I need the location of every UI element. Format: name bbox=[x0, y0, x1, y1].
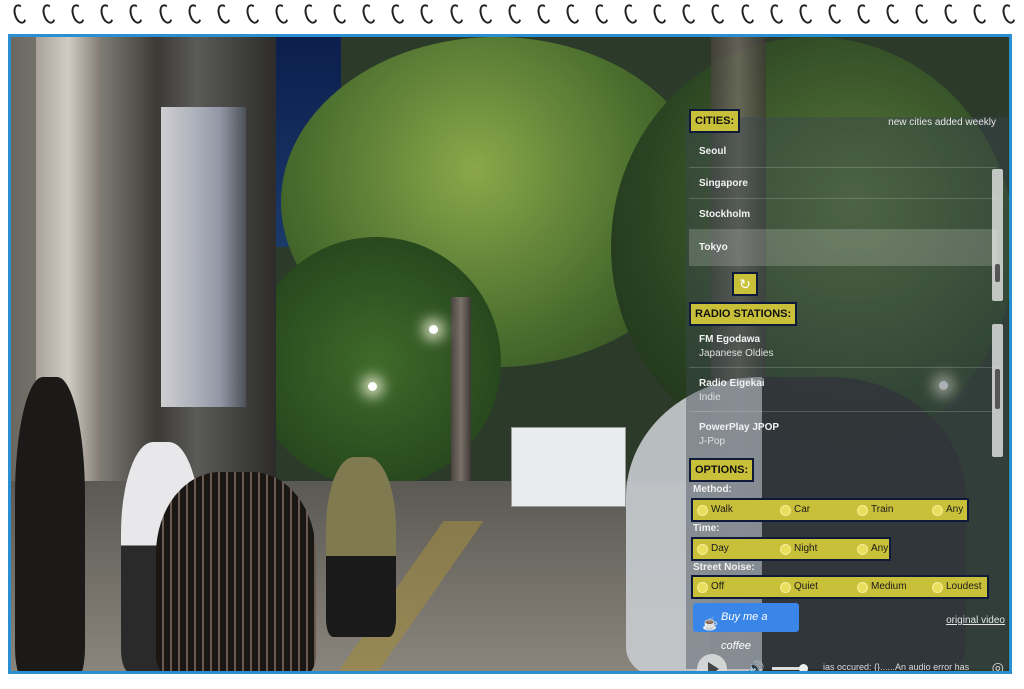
spiral-ring bbox=[651, 2, 669, 26]
cities-note: new cities added weekly bbox=[888, 117, 996, 128]
spiral-ring bbox=[418, 2, 437, 26]
time-label: Time: bbox=[693, 523, 720, 534]
method-option-any[interactable]: Any bbox=[931, 502, 963, 518]
city-label: Tokyo bbox=[699, 242, 728, 253]
volume-slider[interactable] bbox=[772, 664, 808, 671]
spiral-ring bbox=[826, 2, 844, 26]
radio-name: FM Egodawa bbox=[699, 334, 761, 345]
radio-genre: Japanese Oldies bbox=[699, 348, 774, 359]
spiral-ring bbox=[40, 2, 58, 26]
control-panel: CITIES: new cities added weekly Seoul Si… bbox=[686, 109, 1008, 672]
method-option-train[interactable]: Train bbox=[856, 502, 893, 518]
spiral-ring bbox=[535, 2, 553, 26]
original-video-link[interactable]: original video bbox=[946, 615, 1005, 626]
spiral-ring bbox=[331, 2, 349, 26]
refresh-icon[interactable]: ↻ bbox=[732, 272, 758, 296]
city-item-singapore[interactable]: Singapore bbox=[689, 168, 997, 199]
noise-option-quiet[interactable]: Quiet bbox=[779, 579, 818, 595]
spiral-ring bbox=[11, 2, 29, 26]
spiral-ring bbox=[505, 2, 524, 26]
volume-icon[interactable]: 🔊 bbox=[747, 660, 764, 671]
spiral-ring bbox=[98, 2, 117, 26]
radio-scrollbar[interactable] bbox=[992, 324, 1003, 457]
buy-me-a-coffee-button[interactable]: ☕ Buy me a coffee bbox=[693, 603, 799, 652]
method-option-car[interactable]: Car bbox=[779, 502, 810, 518]
radio-name: Radio Eigekai bbox=[699, 378, 765, 389]
radio-item[interactable]: FM Egodawa Japanese Oldies bbox=[689, 324, 997, 368]
spiral-ring bbox=[185, 2, 204, 26]
method-options: Walk Car Train Any bbox=[691, 498, 969, 522]
spiral-ring bbox=[156, 2, 175, 26]
time-option-day[interactable]: Day bbox=[696, 541, 729, 557]
noise-option-off[interactable]: Off bbox=[696, 579, 724, 595]
spiral-ring bbox=[855, 2, 873, 26]
street-noise-options: Off Quiet Medium Loudest bbox=[691, 575, 989, 599]
city-item-seoul[interactable]: Seoul bbox=[689, 135, 997, 168]
spiral-ring bbox=[244, 2, 262, 26]
options-header: OPTIONS: bbox=[689, 458, 755, 482]
spiral-ring bbox=[360, 2, 378, 26]
spiral-ring bbox=[680, 2, 699, 26]
spiral-ring bbox=[447, 2, 466, 26]
spiral-ring bbox=[738, 2, 757, 26]
city-label: Stockholm bbox=[699, 209, 751, 220]
method-option-walk[interactable]: Walk bbox=[696, 502, 733, 518]
city-label: Singapore bbox=[699, 178, 748, 189]
spiral-ring bbox=[709, 2, 728, 26]
noise-option-loudest[interactable]: Loudest bbox=[931, 579, 982, 595]
coffee-label: Buy me a coffee bbox=[721, 611, 768, 652]
spiral-ring bbox=[273, 2, 291, 26]
eye-off-icon[interactable]: ◎ bbox=[992, 659, 1004, 671]
time-option-any[interactable]: Any bbox=[856, 541, 888, 557]
cities-header: CITIES: bbox=[689, 109, 741, 133]
method-label: Method: bbox=[693, 484, 732, 495]
spiral-ring bbox=[1000, 2, 1019, 26]
spiral-ring bbox=[767, 2, 786, 26]
spiral-ring bbox=[389, 2, 408, 26]
cities-scrollbar[interactable] bbox=[992, 169, 1003, 301]
spiral-ring bbox=[214, 2, 233, 26]
volume-slider-knob[interactable] bbox=[799, 664, 808, 671]
radio-genre: Indie bbox=[699, 392, 721, 403]
radio-item[interactable]: PowerPlay JPOP J-Pop bbox=[689, 412, 997, 456]
noise-option-medium[interactable]: Medium bbox=[856, 579, 907, 595]
player-status-text: ias occured: {}......An audio error has bbox=[823, 662, 970, 672]
video-frame: CITIES: new cities added weekly Seoul Si… bbox=[8, 34, 1012, 674]
time-options: Day Night Any bbox=[691, 537, 891, 561]
city-label: Seoul bbox=[699, 146, 727, 157]
spiral-ring bbox=[622, 2, 640, 26]
street-noise-label: Street Noise: bbox=[693, 562, 755, 573]
spiral-ring bbox=[884, 2, 902, 26]
spiral-ring bbox=[127, 2, 146, 26]
radio-item[interactable]: Radio Eigekai Indie bbox=[689, 368, 997, 412]
spiral-ring bbox=[971, 2, 990, 26]
spiral-ring bbox=[476, 2, 495, 26]
notebook-spiral bbox=[0, 0, 1024, 30]
spiral-ring bbox=[942, 2, 960, 26]
coffee-cup-icon: ☕ bbox=[702, 616, 719, 631]
spiral-ring bbox=[302, 2, 320, 26]
radio-list: FM Egodawa Japanese Oldies Radio Eigekai… bbox=[689, 324, 997, 457]
cities-list: Seoul Singapore Stockholm Tokyo bbox=[689, 135, 997, 268]
radio-genre: J-Pop bbox=[699, 436, 726, 447]
spiral-ring bbox=[564, 2, 582, 26]
city-item-tokyo[interactable]: Tokyo bbox=[689, 230, 997, 266]
spiral-ring bbox=[913, 2, 931, 26]
spiral-ring bbox=[69, 2, 87, 26]
radio-header: RADIO STATIONS: bbox=[689, 302, 798, 326]
time-option-night[interactable]: Night bbox=[779, 541, 817, 557]
city-item-stockholm[interactable]: Stockholm bbox=[689, 199, 997, 230]
radio-name: PowerPlay JPOP bbox=[699, 422, 780, 433]
spiral-ring bbox=[796, 2, 815, 26]
spiral-ring bbox=[593, 2, 611, 26]
